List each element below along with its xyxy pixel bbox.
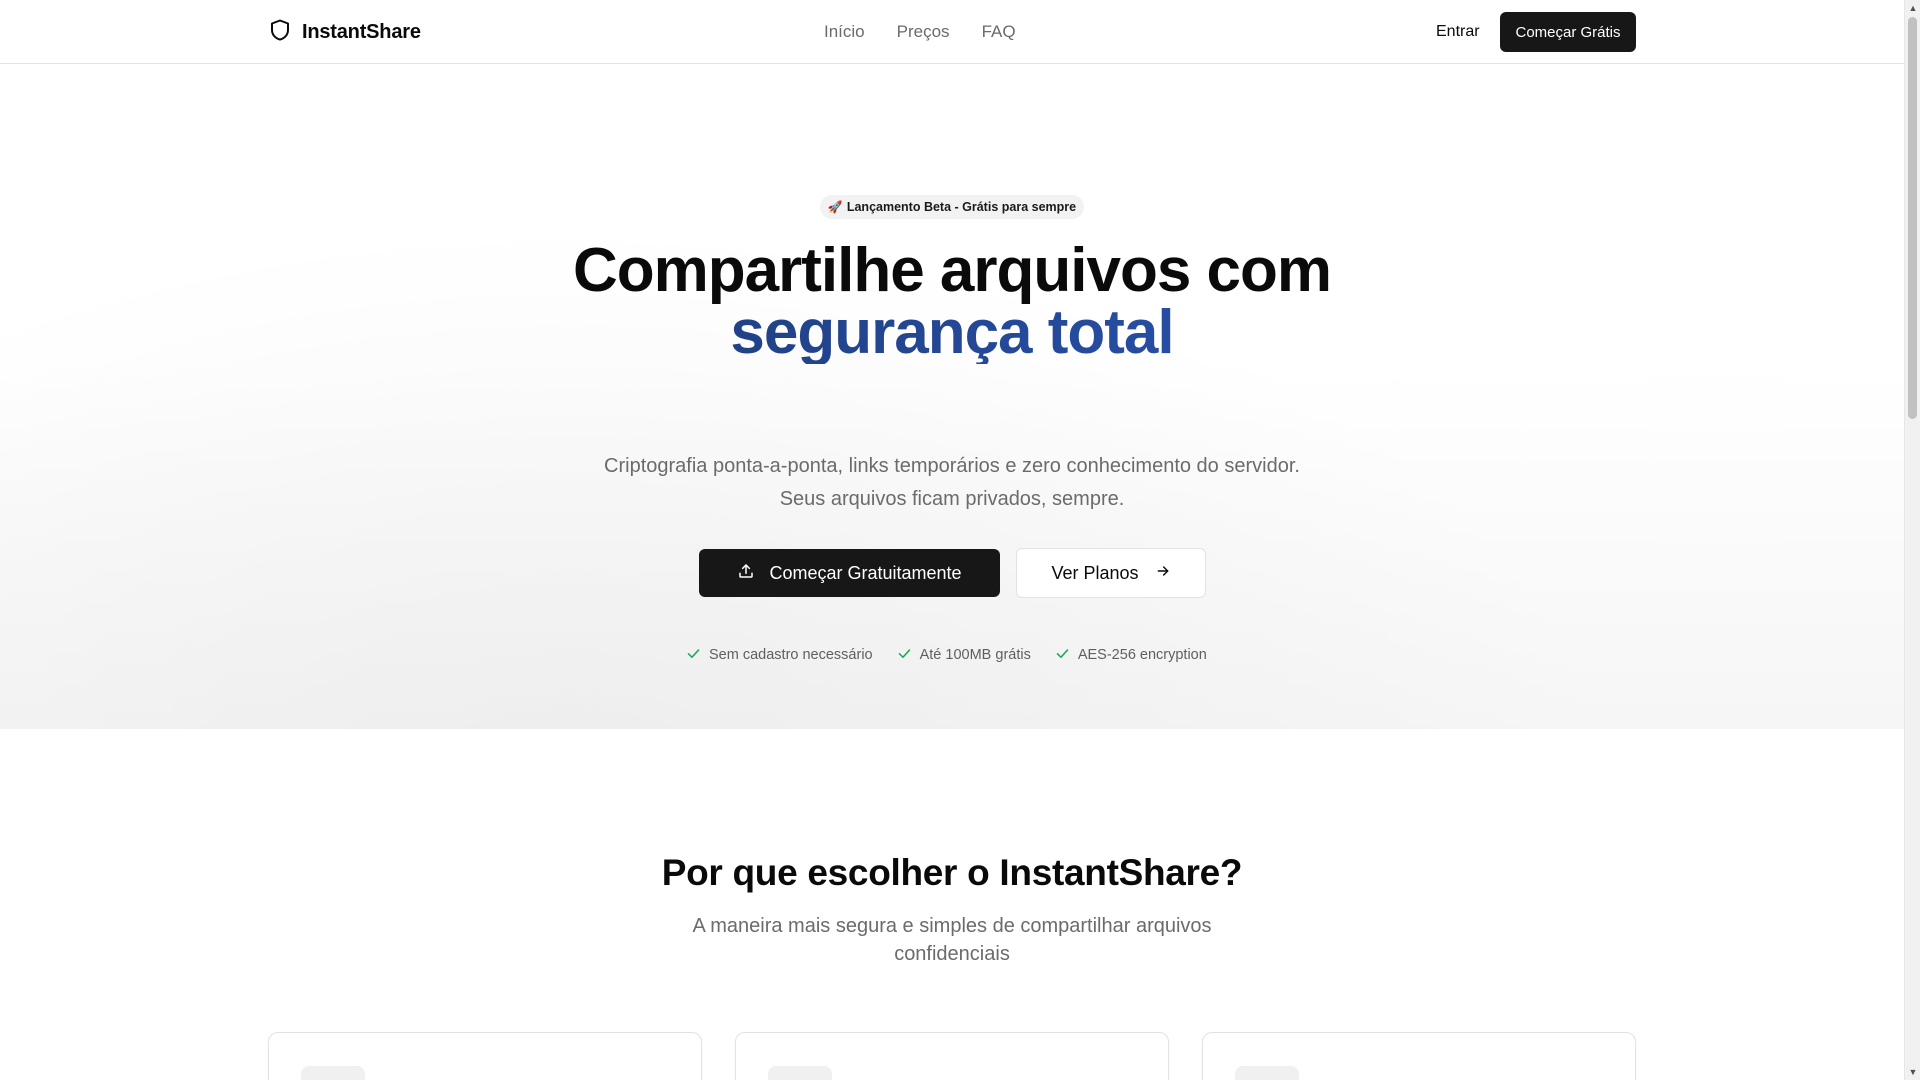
feature-card-icon (768, 1066, 832, 1080)
hero-title-line1: Compartilhe arquivos com (572, 236, 1332, 305)
feature-card-icon (301, 1066, 365, 1080)
brand-name: InstantShare (302, 20, 421, 43)
feature-label: AES-256 encryption (1077, 647, 1207, 663)
scroll-down-arrow[interactable]: ▼ (1905, 1064, 1920, 1080)
view-plans-button[interactable]: Ver Planos (1016, 548, 1206, 598)
why-section-subtitle: A maneira mais segura e simples de compa… (692, 915, 1212, 965)
site-header: InstantShare Início Preços FAQ Entrar Co… (0, 0, 1904, 64)
feature-card (735, 1032, 1169, 1080)
hero-subtitle: Criptografia ponta-a-ponta, links tempor… (604, 455, 1300, 510)
start-gratuitamente-label: Começar Gratuitamente (769, 562, 962, 583)
check-icon (897, 646, 912, 665)
feature-item: AES-256 encryption (1055, 646, 1207, 665)
feature-card-icon (1235, 1066, 1299, 1080)
page-viewport: InstantShare Início Preços FAQ Entrar Co… (0, 0, 1904, 1080)
feature-card (1202, 1032, 1636, 1080)
feature-label: Sem cadastro necessário (709, 647, 873, 663)
login-link[interactable]: Entrar (1428, 20, 1488, 44)
beta-badge: 🚀 Lançamento Beta - Grátis para sempre (820, 195, 1084, 219)
shield-icon (268, 18, 292, 47)
scroll-thumb[interactable] (1908, 17, 1917, 419)
page-scrollbar[interactable]: ▲ ▼ (1904, 0, 1920, 1080)
arrow-right-icon (1155, 563, 1171, 584)
scroll-up-arrow[interactable]: ▲ (1905, 0, 1920, 16)
feature-label: Até 100MB grátis (919, 647, 1031, 663)
hero-section: 🚀 Lançamento Beta - Grátis para sempre C… (0, 65, 1904, 729)
rocket-icon: 🚀 (827, 200, 843, 214)
main-nav: Início Preços FAQ (824, 20, 1016, 44)
start-free-button[interactable]: Começar Grátis (1500, 12, 1636, 52)
view-plans-label: Ver Planos (1051, 562, 1139, 583)
hero-background (0, 65, 1904, 729)
check-icon (686, 646, 701, 665)
nav-item-faq[interactable]: FAQ (982, 22, 1016, 42)
feature-item: Até 100MB grátis (897, 646, 1031, 665)
feature-card (268, 1032, 702, 1080)
hero-features: Sem cadastro necessário Até 100MB grátis… (686, 645, 1207, 665)
brand-logo[interactable]: InstantShare (268, 18, 421, 46)
hero-title-highlight: segurança total (452, 302, 1452, 364)
why-section-title: Por que escolher o InstantShare? (661, 852, 1243, 893)
beta-badge-text: Lançamento Beta - Grátis para sempre (846, 200, 1077, 214)
check-icon (1055, 646, 1070, 665)
hero-title: Compartilhe arquivos com segurança total (452, 240, 1452, 364)
nav-item-inicio[interactable]: Início (824, 22, 865, 42)
feature-item: Sem cadastro necessário (686, 646, 873, 665)
upload-icon (737, 562, 755, 585)
nav-item-precos[interactable]: Preços (897, 22, 950, 42)
start-gratuitamente-button[interactable]: Começar Gratuitamente (699, 549, 1000, 597)
